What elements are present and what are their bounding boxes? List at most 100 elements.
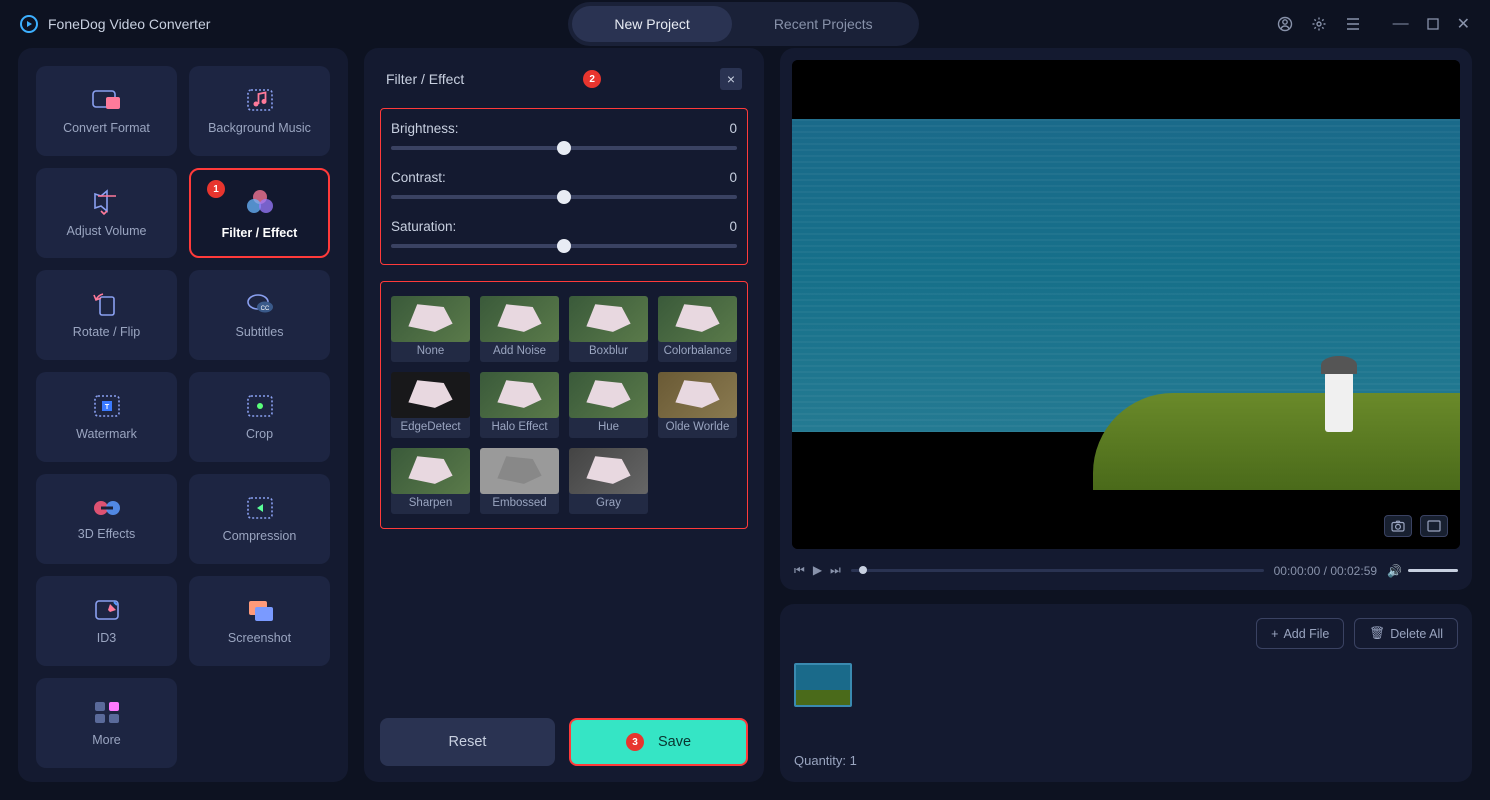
slider-value: 0 [729,170,737,185]
tool-label: Subtitles [236,325,284,339]
play-icon[interactable]: ▶ [813,563,822,578]
more-icon [92,699,122,725]
convert-format-icon [90,87,124,113]
slider-value: 0 [729,121,737,136]
filter-boxblur[interactable]: Boxblur [569,296,648,362]
tab-new-project[interactable]: New Project [572,6,731,42]
close-icon[interactable]: ✕ [1457,14,1470,34]
minimize-icon[interactable]: — [1393,15,1409,33]
panel-close-icon[interactable]: × [720,68,742,90]
id3-icon [90,597,124,623]
annotation-badge-3: 3 [626,733,644,751]
filter-label: Add Noise [480,340,559,362]
filter-edgedetect[interactable]: EdgeDetect [391,372,470,438]
add-file-button[interactable]: +Add File [1256,618,1344,649]
annotation-badge-2: 2 [583,70,601,88]
tool-subtitles[interactable]: CC Subtitles [189,270,330,360]
preview-panel: ⏮ ▶ ⏭ 00:00:00 / 00:02:59 🔊 [780,48,1472,590]
video-preview[interactable] [792,60,1460,549]
sliders-group: Brightness: 0 Contrast: 0 Saturation: 0 [380,108,748,265]
filter-sharpen[interactable]: Sharpen [391,448,470,514]
app-brand: FoneDog Video Converter [20,15,210,33]
tool-screenshot[interactable]: Screenshot [189,576,330,666]
reset-button[interactable]: Reset [380,718,555,766]
filter-embossed[interactable]: Embossed [480,448,559,514]
save-button[interactable]: 3 Save [569,718,748,766]
seek-slider[interactable] [851,569,1264,572]
maximize-icon[interactable] [1427,18,1439,30]
tool-more[interactable]: More [36,678,177,768]
background-music-icon [243,87,277,113]
filter-grid: None Add Noise Boxblur Colorbalance EdgeDete… [380,281,748,529]
clip-thumbnail[interactable] [794,663,852,707]
slider-label: Saturation: [391,219,456,234]
tab-recent-projects[interactable]: Recent Projects [732,6,915,42]
tool-crop[interactable]: Crop [189,372,330,462]
app-title: FoneDog Video Converter [48,16,210,32]
window-controls: — ✕ [1277,14,1470,34]
menu-icon[interactable] [1345,17,1361,31]
delete-all-button[interactable]: 🗑Delete All [1354,618,1458,649]
playback-bar: ⏮ ▶ ⏭ 00:00:00 / 00:02:59 🔊 [788,553,1464,582]
fullscreen-icon[interactable] [1420,515,1448,537]
filter-effect-panel: Filter / Effect 2 × Brightness:0Contrast… [364,48,764,782]
volume-slider[interactable] [1408,569,1458,572]
tool-sidebar: Convert Format Background Music Adjust Vol… [18,48,348,782]
volume-icon[interactable]: 🔊 [1387,564,1402,578]
tool-background-music[interactable]: Background Music [189,66,330,156]
svg-text:T: T [104,404,109,411]
tool-convert-format[interactable]: Convert Format [36,66,177,156]
next-icon[interactable]: ⏭ [830,563,841,578]
slider-thumb[interactable] [557,239,571,253]
slider-label: Brightness: [391,121,459,136]
app-logo-icon [20,15,38,33]
snapshot-icon[interactable] [1384,515,1412,537]
project-tabs: New Project Recent Projects [568,2,918,46]
filter-add-noise[interactable]: Add Noise [480,296,559,362]
filter-olde-worlde[interactable]: Olde Worlde [658,372,737,438]
filter-halo-effect[interactable]: Halo Effect [480,372,559,438]
tool-label: Rotate / Flip [73,325,140,339]
slider-track[interactable] [391,146,737,150]
filter-label: None [391,340,470,362]
slider-label: Contrast: [391,170,446,185]
slider-thumb[interactable] [557,141,571,155]
tool-label: ID3 [97,631,116,645]
trash-icon: 🗑 [1369,626,1385,641]
crop-icon [243,393,277,419]
filter-label: Sharpen [391,492,470,514]
filter-gray[interactable]: Gray [569,448,648,514]
slider-track[interactable] [391,195,737,199]
svg-text:CC: CC [260,306,269,312]
filter-hue[interactable]: Hue [569,372,648,438]
settings-icon[interactable] [1311,16,1327,32]
tool-compression[interactable]: Compression [189,474,330,564]
tool-label: Background Music [208,121,311,135]
slider-track[interactable] [391,244,737,248]
subtitles-icon: CC [243,291,277,317]
adjust-volume-icon [90,188,124,216]
filter-label: Colorbalance [658,340,737,362]
filter-label: Boxblur [569,340,648,362]
slider-thumb[interactable] [557,190,571,204]
filter-label: Gray [569,492,648,514]
prev-icon[interactable]: ⏮ [794,563,805,578]
tool-rotate-flip[interactable]: Rotate / Flip [36,270,177,360]
tool-label: 3D Effects [78,527,135,541]
tool-label: Screenshot [228,631,291,645]
tool-filter-effect[interactable]: 1Filter / Effect [189,168,330,258]
filter-label: Olde Worlde [658,416,737,438]
tool-id3[interactable]: ID3 [36,576,177,666]
filter-none[interactable]: None [391,296,470,362]
tool-watermark[interactable]: TWatermark [36,372,177,462]
time-display: 00:00:00 / 00:02:59 [1274,564,1377,578]
filter-colorbalance[interactable]: Colorbalance [658,296,737,362]
account-icon[interactable] [1277,16,1293,32]
tool-3d-effects[interactable]: 3D Effects [36,474,177,564]
compression-icon [243,495,277,521]
tool-label: Crop [246,427,273,441]
3d-effects-icon [89,497,125,519]
tool-adjust-volume[interactable]: Adjust Volume [36,168,177,258]
tool-label: Compression [223,529,297,543]
slider-value: 0 [729,219,737,234]
